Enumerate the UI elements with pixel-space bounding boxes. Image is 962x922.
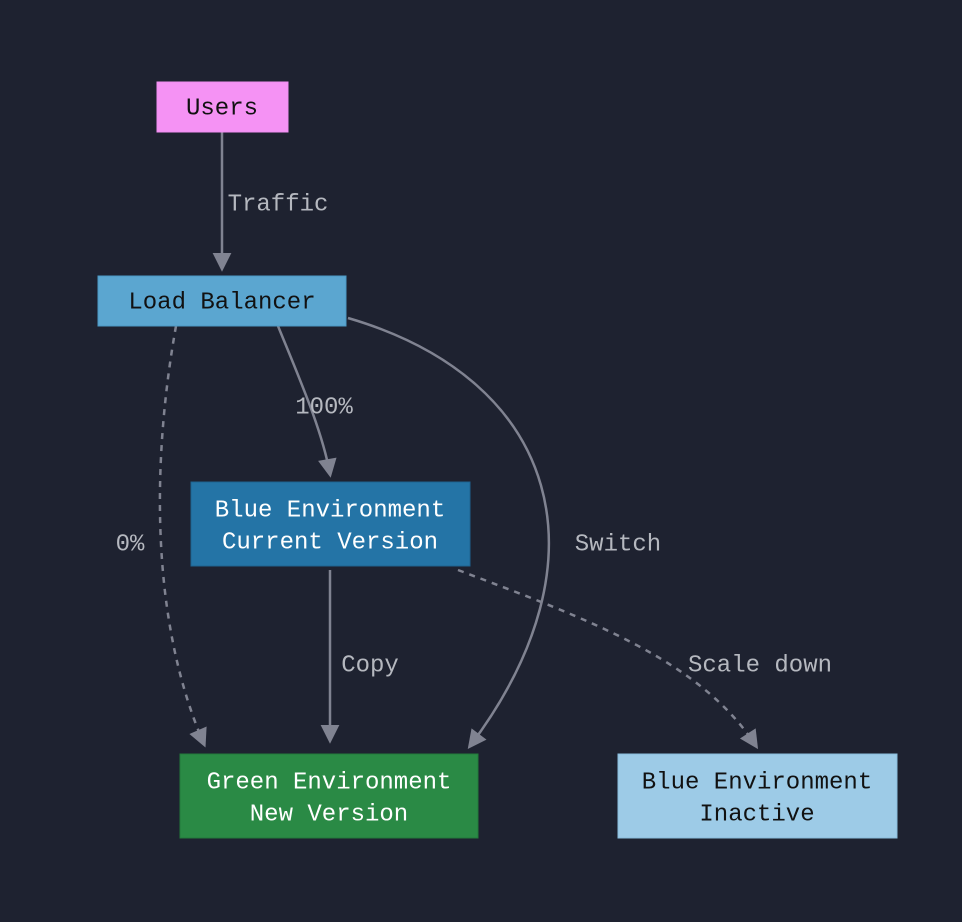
edge-label-scale-down: Scale down [688,652,832,679]
node-green: Green Environment New Version [180,754,478,838]
diagram-canvas: Traffic 100% 0% Copy Switch Scale down U… [0,0,962,922]
node-green-line2: New Version [250,801,408,828]
node-green-line1: Green Environment [207,769,452,796]
edge-label-100: 100% [295,394,353,421]
node-blue-inactive-line1: Blue Environment [642,769,872,796]
node-lb-label: Load Balancer [128,289,315,316]
node-blue-current-line2: Current Version [222,529,438,556]
edge-label-traffic: Traffic [228,191,329,218]
edge-label-0: 0% [116,531,145,558]
node-load-balancer: Load Balancer [98,276,346,326]
node-blue-inactive-line2: Inactive [699,801,814,828]
edge-label-switch: Switch [575,531,661,558]
node-users-label: Users [186,95,258,122]
node-blue-inactive: Blue Environment Inactive [618,754,897,838]
edge-label-copy: Copy [341,652,399,679]
node-blue-current-line1: Blue Environment [215,497,445,524]
node-users: Users [157,82,288,132]
node-blue-current: Blue Environment Current Version [191,482,470,566]
